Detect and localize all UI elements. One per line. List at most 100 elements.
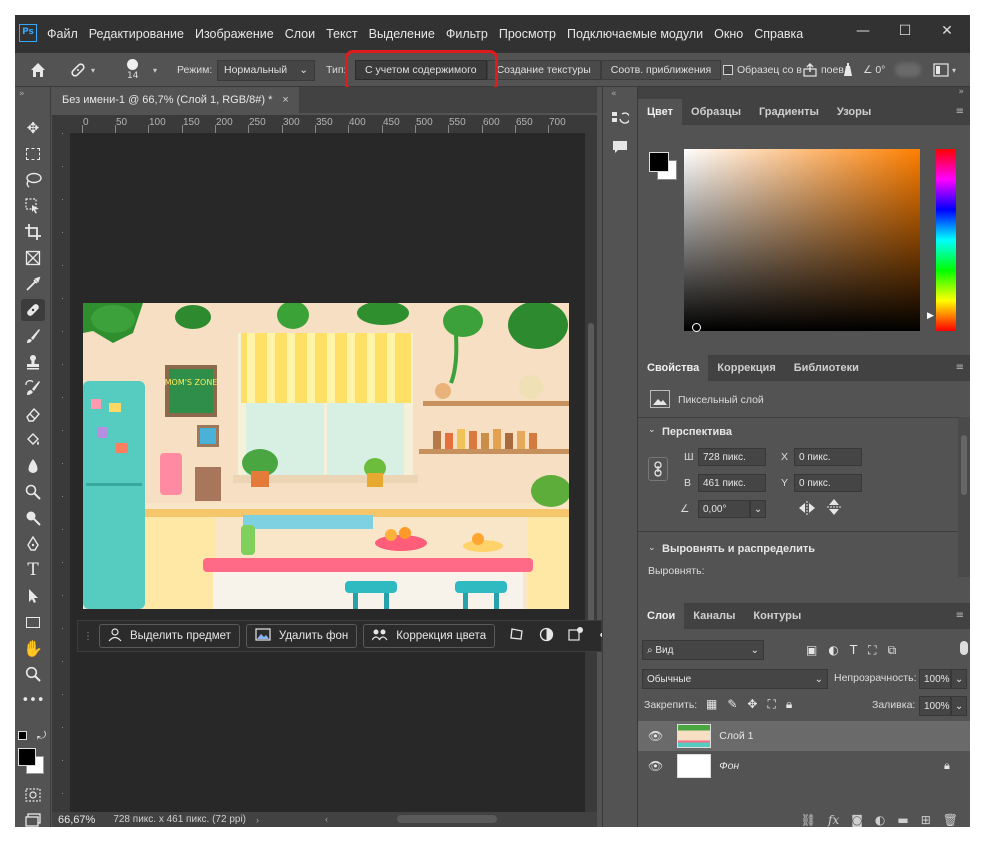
menu-window[interactable]: Окно	[714, 27, 743, 41]
visibility-eye-icon[interactable]: 👁︎	[648, 729, 663, 743]
shape-filter-icon[interactable]: ⛶	[868, 643, 876, 658]
angle-dropdown-icon[interactable]: ⌄	[750, 500, 766, 518]
panel-menu-icon[interactable]: ≡	[956, 610, 964, 621]
angle-label[interactable]: ∠ 0°	[863, 64, 885, 76]
zoom-tool-icon[interactable]	[21, 663, 45, 685]
angle-field[interactable]: 0,00°	[698, 500, 750, 518]
zoom-level[interactable]: 66,67%	[58, 814, 95, 826]
delete-layer-icon[interactable]: 🗑︎	[943, 813, 958, 827]
tab-patterns[interactable]: Узоры	[828, 99, 880, 125]
hand-tool-icon[interactable]: ✋	[21, 637, 45, 659]
hue-slider[interactable]	[936, 149, 956, 331]
width-field[interactable]: 728 пикс.	[698, 448, 766, 466]
swap-colors-icon[interactable]: ⤾	[37, 729, 46, 743]
eraser-tool-icon[interactable]	[21, 403, 45, 425]
menu-type[interactable]: Текст	[326, 27, 357, 41]
crop-tool-icon[interactable]	[21, 221, 45, 243]
adjustment-filter-icon[interactable]: ◐	[828, 643, 838, 658]
eyedropper-tool-icon[interactable]	[21, 273, 45, 295]
brush-tool-icon[interactable]	[21, 325, 45, 347]
perspective-title[interactable]: Перспектива	[662, 426, 732, 438]
brush-size-picker[interactable]: 14	[127, 53, 138, 87]
smart-object-filter-icon[interactable]: ⧉	[888, 643, 897, 658]
clone-stamp-tool-icon[interactable]	[21, 351, 45, 373]
link-dimensions-icon[interactable]	[648, 457, 668, 481]
quick-mask-icon[interactable]	[21, 784, 45, 806]
tab-paths[interactable]: Контуры	[744, 603, 810, 629]
healing-brush-icon[interactable]	[21, 299, 45, 321]
new-group-icon[interactable]: ▬	[897, 813, 908, 827]
path-selection-tool-icon[interactable]	[21, 585, 45, 607]
diffusion-icon[interactable]	[802, 53, 818, 87]
lock-artboard-icon[interactable]: ⛶	[767, 697, 775, 712]
hue-slider-handle-icon[interactable]: ▶	[927, 311, 934, 321]
filter-toggle[interactable]	[960, 641, 968, 655]
pixel-filter-icon[interactable]: ▣	[806, 643, 817, 658]
tab-gradients[interactable]: Градиенты	[750, 99, 828, 125]
color-correction-button[interactable]: Коррекция цвета	[363, 624, 496, 648]
flip-vertical-icon[interactable]	[827, 498, 841, 519]
menu-image[interactable]: Изображение	[195, 27, 274, 41]
color-panel-foreground-swatch[interactable]	[649, 152, 669, 172]
lock-transparency-icon[interactable]: ▦	[706, 697, 717, 712]
panel-menu-icon[interactable]: ≡	[956, 106, 964, 117]
menu-select[interactable]: Выделение	[369, 27, 435, 41]
status-arrow-icon[interactable]: ›	[256, 815, 259, 825]
menu-plugins[interactable]: Подключаемые модули	[567, 27, 703, 41]
create-texture-option[interactable]: Создание текстуры	[486, 60, 601, 80]
remove-background-button[interactable]: Удалить фон	[245, 624, 358, 648]
more-tools-icon[interactable]: •••	[21, 689, 45, 711]
color-field[interactable]	[684, 149, 920, 332]
drag-handle-icon[interactable]: ⋮	[83, 631, 93, 642]
height-field[interactable]: 461 пикс.	[698, 474, 766, 492]
layer-style-icon[interactable]: fx	[828, 813, 839, 827]
background-layer-name[interactable]: Фон	[719, 760, 739, 772]
tab-color[interactable]: Цвет	[638, 99, 683, 125]
sample-all-layers-checkbox[interactable]: Образец со в	[723, 53, 802, 87]
mode-select[interactable]: Нормальный ⌄	[217, 59, 315, 81]
color-picker-handle[interactable]	[692, 323, 701, 332]
chevron-down-icon[interactable]: ⌄	[648, 543, 656, 553]
transform-icon[interactable]	[509, 626, 525, 646]
panel-layout-icon[interactable]: ▾	[933, 53, 956, 87]
link-layers-icon[interactable]: ⛓︎	[801, 813, 816, 827]
tab-layers[interactable]: Слои	[638, 603, 685, 629]
lock-position-icon[interactable]: ✥	[747, 697, 757, 712]
proximity-match-option[interactable]: Соотв. приближения	[600, 60, 722, 80]
home-icon[interactable]	[29, 53, 47, 87]
lasso-tool-icon[interactable]	[21, 169, 45, 191]
tab-adjustments[interactable]: Коррекция	[708, 355, 784, 381]
close-button[interactable]: ✕	[927, 20, 967, 42]
add-mask-icon[interactable]: ◙	[851, 813, 863, 827]
opacity-field[interactable]: 100%	[919, 669, 951, 689]
rectangle-tool-icon[interactable]	[21, 611, 45, 633]
menu-help[interactable]: Справка	[754, 27, 803, 41]
tab-swatches[interactable]: Образцы	[682, 99, 750, 125]
paint-bucket-tool-icon[interactable]	[21, 429, 45, 451]
frame-tool-icon[interactable]	[21, 247, 45, 269]
history-brush-tool-icon[interactable]	[21, 377, 45, 399]
properties-scrollbar[interactable]	[958, 417, 970, 577]
menu-filter[interactable]: Фильтр	[446, 27, 488, 41]
x-field[interactable]: 0 пикс.	[794, 448, 862, 466]
blur-tool-icon[interactable]	[21, 455, 45, 477]
type-filter-icon[interactable]: T	[850, 643, 857, 658]
vertical-scrollbar[interactable]	[585, 133, 597, 813]
document-image[interactable]: MOM'S ZONE	[83, 303, 569, 609]
move-tool-icon[interactable]: ✥	[21, 117, 45, 139]
menu-layers[interactable]: Слои	[285, 27, 315, 41]
new-layer-settings-icon[interactable]	[568, 626, 584, 646]
collapse-dock-icon[interactable]: »	[958, 87, 964, 97]
tab-libraries[interactable]: Библиотеки	[785, 355, 868, 381]
marquee-tool-icon[interactable]	[21, 143, 45, 165]
select-subject-button[interactable]: Выделить предмет	[99, 624, 240, 648]
lock-all-icon[interactable]: 🔒︎	[786, 697, 792, 712]
layer-filter-select[interactable]: ⌕ Вид ⌄	[642, 640, 764, 660]
menu-file[interactable]: Файл	[47, 27, 78, 41]
align-distribute-title[interactable]: Выровнять и распределить	[662, 543, 815, 555]
layer-row-layer-1[interactable]: 👁︎ Слой 1	[638, 721, 970, 751]
scrollbar-thumb[interactable]	[588, 323, 594, 623]
new-layer-icon[interactable]: ⊞	[921, 813, 931, 827]
collapse-toolbar-icon[interactable]: »	[19, 89, 25, 99]
horizontal-scrollbar-thumb[interactable]	[397, 815, 497, 823]
